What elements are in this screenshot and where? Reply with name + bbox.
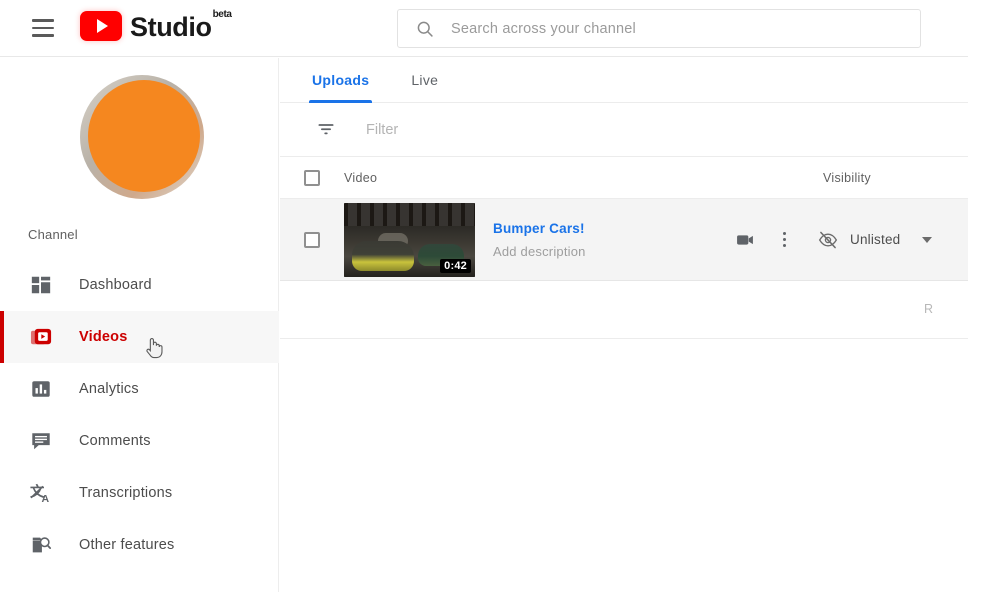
translate-icon: 文 A bbox=[28, 480, 54, 506]
video-title-link[interactable]: Bumper Cars! bbox=[493, 221, 586, 236]
hamburger-menu-icon[interactable] bbox=[30, 17, 56, 39]
tab-label: Live bbox=[411, 72, 439, 88]
dashboard-grid-icon bbox=[28, 272, 54, 298]
sidebar: Channel Dashboard Videos Analytics Comme… bbox=[0, 58, 279, 592]
filter-bar: Filter bbox=[280, 103, 968, 157]
sidebar-section-label: Channel bbox=[28, 227, 78, 242]
row-actions bbox=[735, 230, 793, 250]
sidebar-item-label: Videos bbox=[79, 329, 128, 345]
studio-brand-logo[interactable]: Studiobeta bbox=[80, 9, 232, 42]
video-thumbnail[interactable]: 0:42 bbox=[344, 202, 475, 277]
eye-off-icon bbox=[818, 231, 838, 248]
content-tabs: Uploads Live bbox=[280, 58, 968, 103]
row-checkbox-cell bbox=[280, 231, 344, 248]
chevron-down-icon[interactable] bbox=[922, 236, 933, 243]
visibility-value: Unlisted bbox=[850, 232, 901, 247]
analytics-bar-icon bbox=[28, 376, 54, 402]
search-bar[interactable]: Search across your channel bbox=[397, 9, 921, 48]
youtube-studio-window: Studiobeta Search across your channel Ch… bbox=[0, 0, 1006, 592]
play-triangle-icon bbox=[97, 18, 108, 33]
table-footer: R bbox=[280, 281, 968, 339]
visibility-cell: Unlisted bbox=[818, 230, 933, 250]
search-icon bbox=[417, 21, 433, 37]
videos-stack-icon bbox=[28, 324, 54, 350]
column-header-visibility: Visibility bbox=[823, 170, 871, 185]
sidebar-item-label: Comments bbox=[79, 433, 151, 449]
column-header-video: Video bbox=[344, 170, 378, 185]
select-all-checkbox-cell bbox=[280, 169, 344, 186]
hamburger-bar bbox=[32, 26, 54, 29]
sidebar-item-comments[interactable]: Comments bbox=[0, 415, 279, 467]
sidebar-item-dashboard[interactable]: Dashboard bbox=[0, 259, 279, 311]
video-duration-badge: 0:42 bbox=[440, 258, 471, 273]
sidebar-nav: Dashboard Videos Analytics Comments A Tr… bbox=[0, 259, 279, 571]
hamburger-bar bbox=[32, 34, 54, 37]
sidebar-item-label: Transcriptions bbox=[79, 485, 173, 501]
rows-per-page-label: R bbox=[924, 302, 934, 316]
kebab-dot bbox=[782, 244, 786, 247]
tab-label: Uploads bbox=[312, 72, 370, 88]
sidebar-item-analytics[interactable]: Analytics bbox=[0, 363, 279, 415]
sidebar-item-transcriptions[interactable]: 文 A Transcriptions bbox=[0, 467, 279, 519]
kebab-dot bbox=[782, 238, 786, 241]
sidebar-item-label: Other features bbox=[79, 537, 175, 553]
row-checkbox[interactable] bbox=[304, 231, 320, 248]
comment-bubble-icon bbox=[28, 428, 54, 454]
hamburger-bar bbox=[32, 19, 54, 22]
svg-text:A: A bbox=[41, 493, 49, 505]
other-features-icon bbox=[28, 532, 54, 558]
select-all-checkbox[interactable] bbox=[304, 169, 320, 186]
video-meta: Bumper Cars! Add description bbox=[493, 221, 586, 259]
thumbnail-car-front bbox=[352, 240, 414, 271]
youtube-logo-icon bbox=[80, 10, 122, 41]
sidebar-item-label: Analytics bbox=[79, 381, 139, 397]
sidebar-item-other-features[interactable]: Other features bbox=[0, 519, 279, 571]
avatar-image bbox=[88, 80, 200, 192]
tab-uploads[interactable]: Uploads bbox=[308, 58, 373, 103]
table-header-row: Video Visibility bbox=[280, 157, 968, 199]
kebab-menu-icon[interactable] bbox=[775, 230, 793, 250]
video-camera-icon[interactable] bbox=[735, 230, 755, 250]
main-content: Uploads Live Filter Video Visibility 0:4… bbox=[280, 58, 968, 592]
avatar[interactable] bbox=[80, 75, 204, 199]
search-input[interactable]: Search across your channel bbox=[451, 21, 636, 37]
thumbnail-windows bbox=[344, 202, 475, 226]
brand-name: Studiobeta bbox=[130, 9, 232, 42]
filter-input[interactable]: Filter bbox=[366, 122, 398, 138]
tab-live[interactable]: Live bbox=[411, 58, 438, 103]
sidebar-item-label: Dashboard bbox=[79, 277, 152, 293]
top-header: Studiobeta Search across your channel bbox=[0, 0, 968, 57]
table-row[interactable]: 0:42 Bumper Cars! Add description Unlist… bbox=[280, 199, 968, 281]
sidebar-item-videos[interactable]: Videos bbox=[0, 311, 279, 363]
filter-funnel-icon[interactable] bbox=[316, 120, 336, 140]
video-add-description[interactable]: Add description bbox=[493, 244, 586, 259]
kebab-dot bbox=[782, 232, 786, 235]
beta-superscript: beta bbox=[212, 9, 232, 20]
